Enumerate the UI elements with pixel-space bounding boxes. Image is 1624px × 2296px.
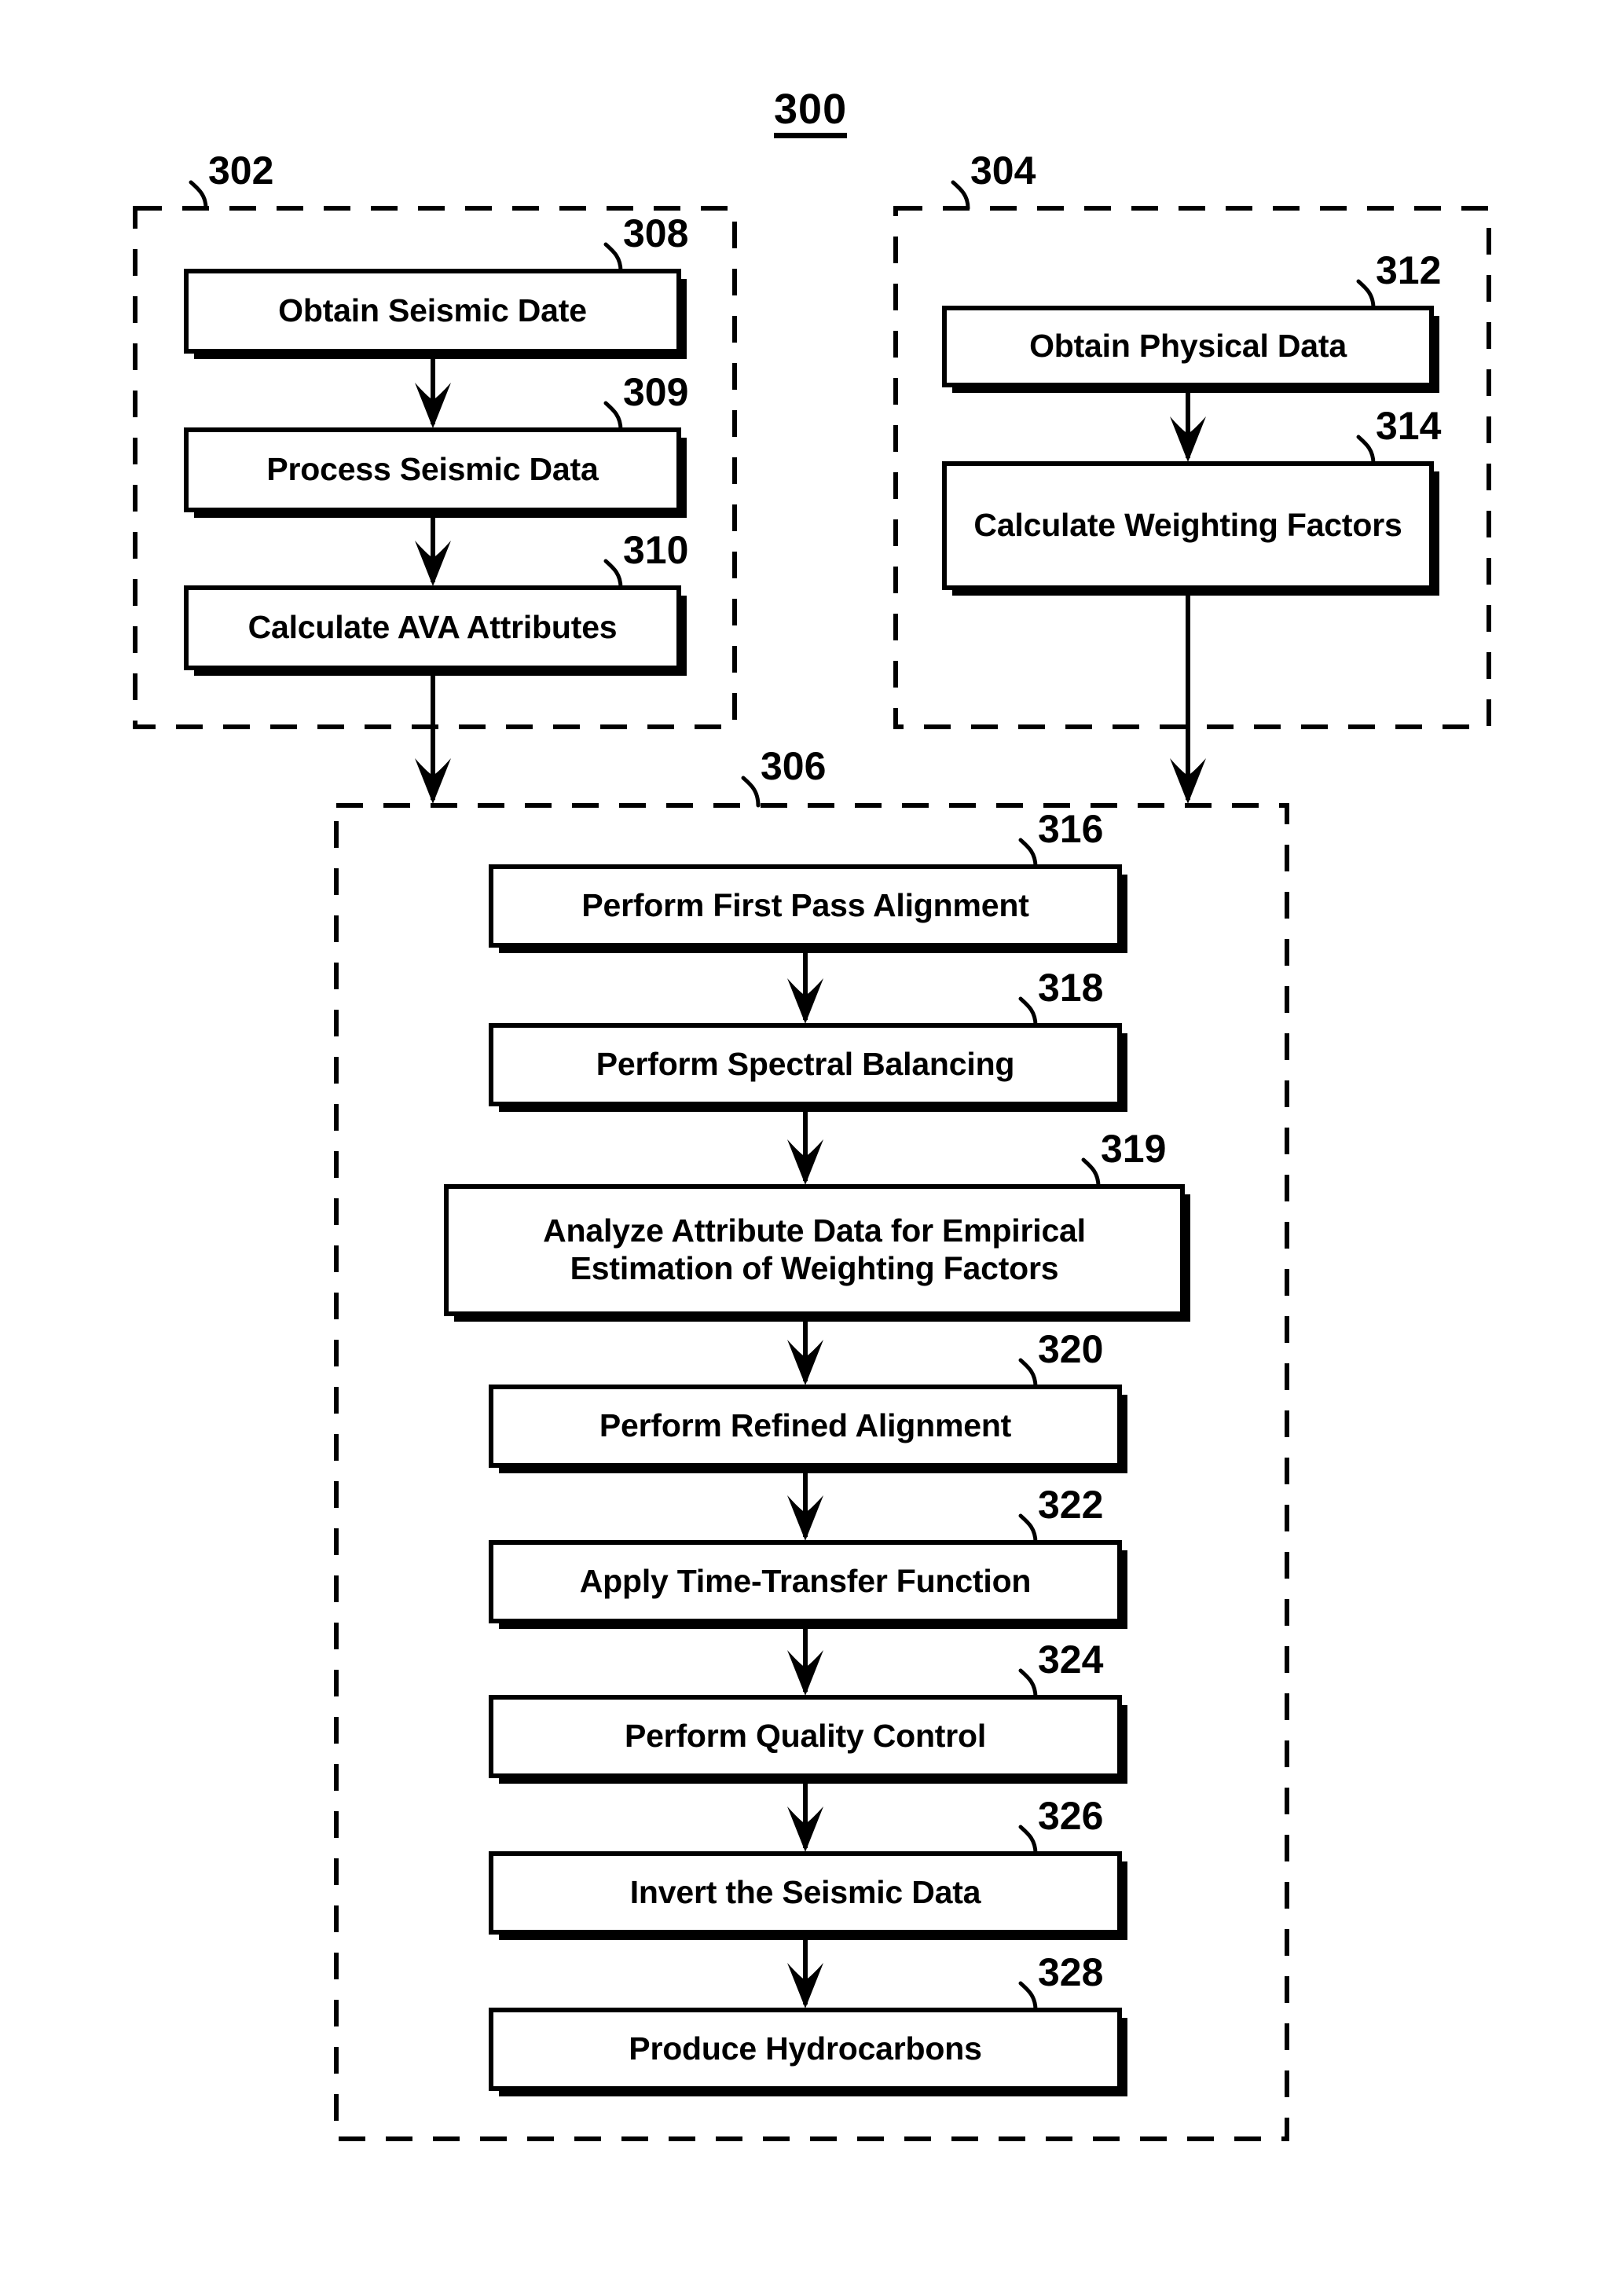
step-label-328: Produce Hydrocarbons [629, 2030, 982, 2067]
step-label-314: Calculate Weighting Factors [973, 507, 1402, 544]
step-label-309: Process Seismic Data [266, 451, 599, 488]
step-ref-314: 314 [1376, 404, 1442, 448]
step-label-324: Perform Quality Control [624, 1718, 987, 1755]
step-ref-320: 320 [1038, 1327, 1104, 1371]
step-ref-312: 312 [1376, 248, 1442, 292]
step-label-326: Invert the Seismic Data [629, 1874, 981, 1911]
step-label-308: Obtain Seismic Date [278, 292, 587, 329]
group-ref-304: 304 [970, 149, 1036, 193]
group-ref-302: 302 [208, 149, 274, 193]
step-ref-309: 309 [623, 370, 689, 414]
step-label-318: Perform Spectral Balancing [596, 1046, 1015, 1083]
step-label-319: Analyze Attribute Data for Empirical Est… [543, 1212, 1086, 1286]
step-ref-316: 316 [1038, 807, 1104, 851]
step-ref-310: 310 [623, 528, 689, 572]
step-ref-324: 324 [1038, 1638, 1104, 1682]
step-label-316: Perform First Pass Alignment [581, 887, 1029, 924]
group-ref-306: 306 [761, 744, 827, 788]
figure-number: 300 [774, 88, 848, 138]
figure-canvas: 300 302 304 306 308 309 310 312 314 316 … [0, 0, 1624, 2296]
step-ref-326: 326 [1038, 1794, 1104, 1838]
step-label-312: Obtain Physical Data [1029, 328, 1347, 365]
step-label-310: Calculate AVA Attributes [247, 609, 618, 646]
step-ref-319: 319 [1101, 1127, 1167, 1171]
step-ref-318: 318 [1038, 966, 1104, 1010]
step-label-322: Apply Time-Transfer Function [579, 1563, 1032, 1600]
step-ref-308: 308 [623, 211, 689, 255]
step-ref-328: 328 [1038, 1950, 1104, 1994]
step-label-320: Perform Refined Alignment [599, 1407, 1012, 1444]
step-ref-322: 322 [1038, 1483, 1104, 1527]
